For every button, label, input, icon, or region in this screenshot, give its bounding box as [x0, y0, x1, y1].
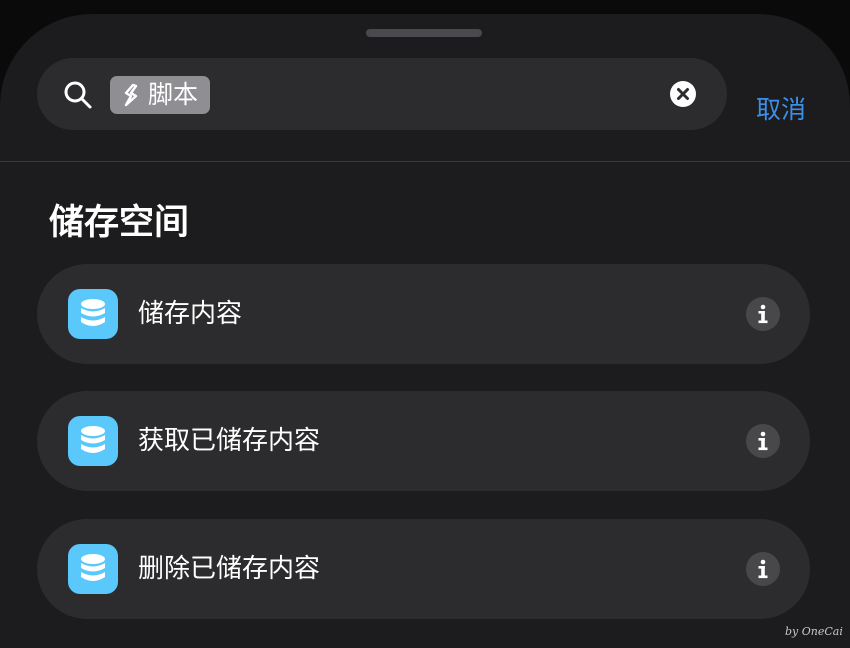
database-icon	[68, 416, 118, 466]
action-row-store-content[interactable]: 储存内容	[37, 264, 810, 364]
sheet-grabber[interactable]	[366, 29, 482, 37]
info-icon[interactable]	[746, 552, 780, 586]
watermark: by OneCai	[785, 625, 843, 638]
info-icon[interactable]	[746, 424, 780, 458]
search-token-label: 脚本	[148, 80, 199, 109]
header-divider	[0, 161, 850, 162]
cancel-button[interactable]: 取消	[756, 92, 806, 128]
search-bar[interactable]: 脚本	[37, 58, 727, 130]
search-token[interactable]: 脚本	[110, 76, 211, 114]
database-icon	[68, 544, 118, 594]
section-title: 储存空间	[49, 203, 190, 243]
info-icon[interactable]	[746, 297, 780, 331]
database-icon	[68, 289, 118, 339]
action-label: 获取已储存内容	[138, 426, 321, 456]
shortcuts-scripting-icon	[124, 83, 138, 107]
action-row-get-stored-content[interactable]: 获取已储存内容	[37, 391, 810, 491]
action-label: 删除已储存内容	[138, 554, 321, 584]
clear-search-icon[interactable]	[669, 80, 697, 108]
action-label: 储存内容	[138, 299, 243, 329]
search-icon	[64, 81, 92, 109]
action-row-delete-stored-content[interactable]: 删除已储存内容	[37, 519, 810, 619]
action-search-sheet: 脚本 取消 储存空间 储存内容 获取已储存内容 删除已储存内容	[0, 14, 850, 648]
